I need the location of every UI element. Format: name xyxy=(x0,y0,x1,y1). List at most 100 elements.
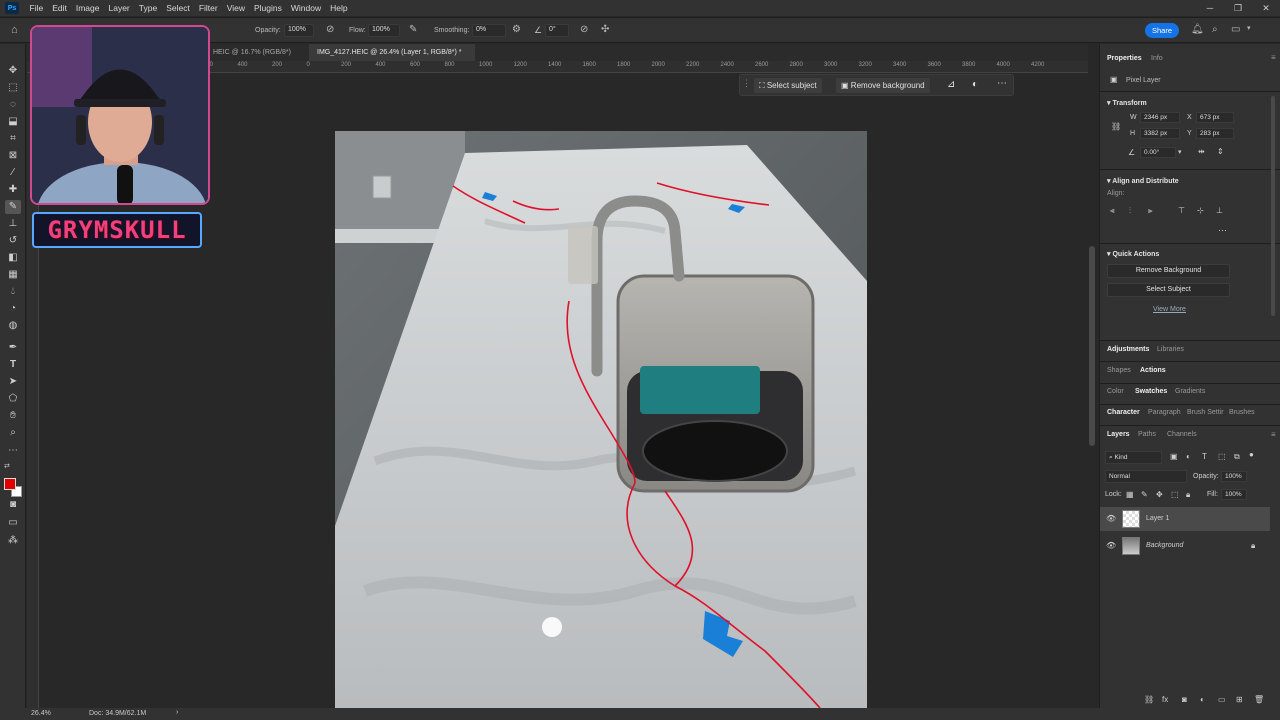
tab-brush-settings[interactable]: Brush Settir xyxy=(1187,406,1224,420)
tab-libraries[interactable]: Libraries xyxy=(1157,343,1184,357)
filter-smart-icon[interactable]: ⧉ xyxy=(1234,452,1240,462)
fx-icon[interactable]: fx xyxy=(1162,695,1168,704)
transform-section[interactable]: ▾ Transform xyxy=(1107,99,1147,107)
align-left-icon[interactable]: ⫷ xyxy=(1110,206,1115,216)
layer-name[interactable]: Background xyxy=(1146,534,1183,558)
adjustment-layer-icon[interactable]: ◐ xyxy=(1200,695,1205,704)
eyedropper-tool-icon[interactable]: ⁄ xyxy=(5,166,21,180)
mask-icon[interactable]: ◐ xyxy=(972,79,978,90)
filter-adjustment-icon[interactable]: ◐ xyxy=(1186,452,1191,461)
layer-opacity-field[interactable]: 100% xyxy=(1221,471,1247,482)
lock-all-icon[interactable]: 🔒︎ xyxy=(1186,490,1190,500)
filter-type-icon[interactable]: T xyxy=(1202,452,1207,461)
tab-paragraph[interactable]: Paragraph xyxy=(1148,406,1181,420)
panel-menu-icon[interactable]: ≡ xyxy=(1271,53,1276,62)
layer-name[interactable]: Layer 1 xyxy=(1146,507,1169,531)
layer-row-layer-1[interactable]: 👁︎ Layer 1 xyxy=(1100,507,1270,531)
home-icon[interactable]: ⌂ xyxy=(11,24,18,36)
tab-properties[interactable]: Properties xyxy=(1107,52,1142,66)
filter-shape-icon[interactable]: ⬚ xyxy=(1218,452,1226,461)
menu-plugins[interactable]: Plugins xyxy=(249,3,286,13)
rotation-field[interactable]: 0.00° xyxy=(1140,147,1176,158)
tab-info[interactable]: Info xyxy=(1151,52,1163,66)
chevron-down-icon[interactable]: ▾ xyxy=(1178,148,1182,156)
tab-gradients[interactable]: Gradients xyxy=(1175,385,1205,399)
angle-field[interactable]: 0° xyxy=(545,24,569,37)
smoothing-field[interactable]: 0% xyxy=(472,24,506,37)
zoom-tool-icon[interactable]: ⌕ xyxy=(5,426,21,440)
width-field[interactable]: 2346 px xyxy=(1140,112,1180,123)
dodge-tool-icon[interactable]: ◔ xyxy=(5,302,21,316)
tab-character[interactable]: Character xyxy=(1107,406,1140,420)
select-subject-button[interactable]: ⛶ Select subject xyxy=(754,78,822,93)
select-subject-button[interactable]: Select Subject xyxy=(1107,283,1230,297)
align-right-icon[interactable]: ⫸ xyxy=(1148,206,1153,216)
align-section[interactable]: ▾ Align and Distribute xyxy=(1107,177,1179,185)
status-menu-icon[interactable]: › xyxy=(176,709,178,716)
menu-layer[interactable]: Layer xyxy=(104,3,134,13)
tab-actions[interactable]: Actions xyxy=(1140,364,1166,378)
move-tool-icon[interactable]: ✥ xyxy=(5,64,21,78)
vertical-scrollbar[interactable] xyxy=(1089,246,1095,446)
eraser-tool-icon[interactable]: ◧ xyxy=(5,251,21,265)
menu-file[interactable]: File xyxy=(25,3,48,13)
trash-icon[interactable]: 🗑︎ xyxy=(1254,695,1264,704)
fill-field[interactable]: 100% xyxy=(1221,489,1247,500)
brush-tool-icon[interactable]: ✎ xyxy=(5,200,21,214)
lock-position-icon[interactable]: ✥ xyxy=(1156,490,1163,499)
menu-view[interactable]: View xyxy=(222,3,249,13)
tab-document-1[interactable]: HEIC @ 16.7% (RGB/8*) xyxy=(205,44,309,61)
history-brush-tool-icon[interactable]: ↺ xyxy=(5,234,21,248)
crop-tool-icon[interactable]: ⌗ xyxy=(5,132,21,146)
lock-transparency-icon[interactable]: ▦ xyxy=(1126,490,1134,499)
hand-tool-icon[interactable]: ✋︎ xyxy=(5,409,21,423)
swap-colors-icon[interactable]: ⇄ xyxy=(4,462,10,470)
tab-adjustments[interactable]: Adjustments xyxy=(1107,343,1149,357)
pen-tool-icon[interactable]: ✒ xyxy=(5,341,21,355)
group-icon[interactable]: ▭ xyxy=(1218,695,1226,704)
remove-background-button[interactable]: ▣ Remove background xyxy=(836,78,930,93)
view-more-link[interactable]: View More xyxy=(1153,306,1186,313)
gradient-tool-icon[interactable]: ▦ xyxy=(5,268,21,282)
menu-filter[interactable]: Filter xyxy=(194,3,222,13)
menu-type[interactable]: Type xyxy=(134,3,161,13)
restore-icon[interactable]: ❐ xyxy=(1224,0,1252,16)
flow-field[interactable]: 100% xyxy=(368,24,400,37)
transform-icon[interactable]: ⊿ xyxy=(947,79,955,90)
generative-fill-icon[interactable]: ⁂ xyxy=(5,534,21,548)
healing-brush-tool-icon[interactable]: ✚ xyxy=(5,183,21,197)
menu-edit[interactable]: Edit xyxy=(48,3,72,13)
quick-actions-section[interactable]: ▾ Quick Actions xyxy=(1107,250,1159,258)
sponge-tool-icon[interactable]: ◍ xyxy=(5,319,21,333)
foreground-color-swatch[interactable] xyxy=(4,478,16,490)
eye-icon[interactable]: 👁︎ xyxy=(1106,507,1116,531)
align-bottom-icon[interactable]: ⊥ xyxy=(1216,206,1223,215)
flip-horizontal-icon[interactable]: ⇹ xyxy=(1198,147,1205,156)
menu-select[interactable]: Select xyxy=(162,3,195,13)
lock-pixels-icon[interactable]: ✎ xyxy=(1141,490,1148,499)
layer-row-background[interactable]: 👁︎ Background 🔒︎ xyxy=(1100,534,1270,558)
height-field[interactable]: 3382 px xyxy=(1140,128,1180,139)
align-middle-icon[interactable]: ⊹ xyxy=(1197,206,1204,215)
align-center-icon[interactable]: ⫶ xyxy=(1129,206,1131,216)
eye-icon[interactable]: 👁︎ xyxy=(1106,534,1116,558)
lock-artboard-icon[interactable]: ⬚ xyxy=(1171,490,1179,499)
align-top-icon[interactable]: ⊤ xyxy=(1178,206,1185,215)
search-icon[interactable]: ⌕ xyxy=(1212,24,1218,35)
link-layers-icon[interactable]: ⛓ xyxy=(1144,695,1154,704)
tab-layers[interactable]: Layers xyxy=(1107,428,1130,442)
layers-menu-icon[interactable]: ≡ xyxy=(1271,430,1276,439)
drag-handle-icon[interactable]: ⋮ xyxy=(742,78,751,89)
remove-background-button[interactable]: Remove Background xyxy=(1107,264,1230,278)
workspace-icon[interactable]: ▭ xyxy=(1231,24,1240,35)
filter-pixel-icon[interactable]: ▣ xyxy=(1170,452,1178,461)
properties-scrollbar[interactable] xyxy=(1271,96,1275,316)
blend-mode-select[interactable]: Normal xyxy=(1105,470,1187,483)
tab-color[interactable]: Color xyxy=(1107,385,1124,399)
symmetry-icon[interactable]: ✣ xyxy=(601,24,609,35)
document-image[interactable] xyxy=(335,131,867,708)
pressure-size-icon[interactable]: ⊘ xyxy=(580,24,588,35)
close-icon[interactable]: ✕ xyxy=(1252,0,1280,16)
flip-vertical-icon[interactable]: ⇕ xyxy=(1217,147,1224,156)
bell-icon[interactable]: 🔔︎ xyxy=(1191,24,1204,35)
